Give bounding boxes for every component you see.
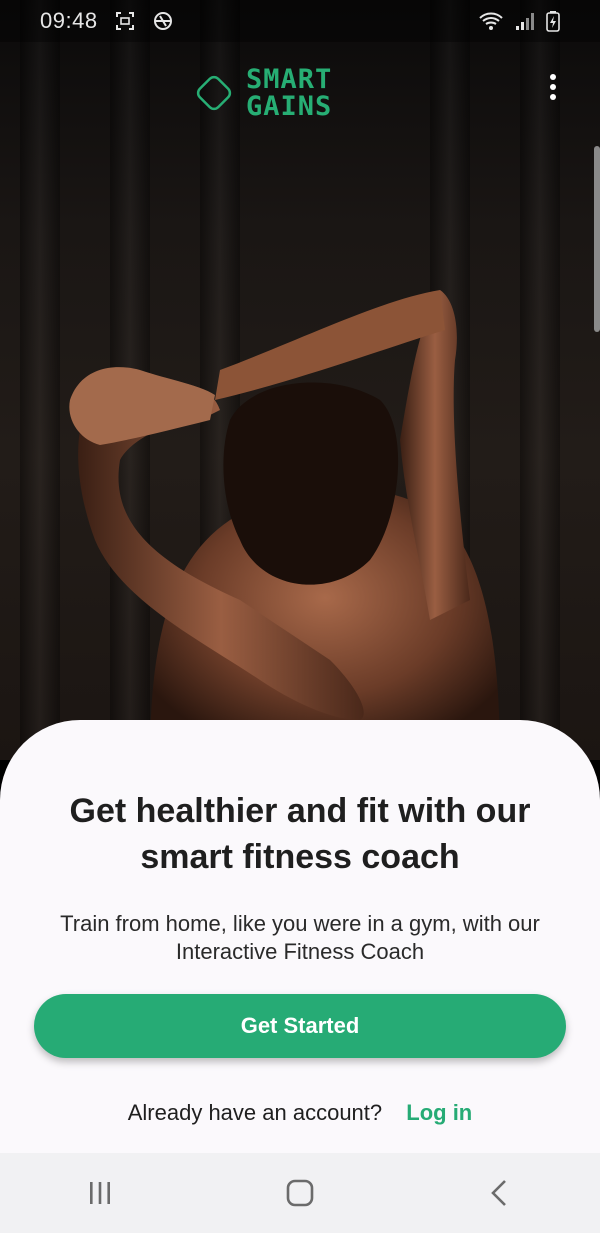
login-row: Already have an account? Log in <box>0 1100 600 1126</box>
signal-icon <box>516 13 534 30</box>
status-time: 09:48 <box>40 8 98 33</box>
wifi-icon <box>479 12 503 30</box>
app-logo: SMART GAINS <box>192 66 332 120</box>
page-subtitle: Train from home, like you were in a gym,… <box>60 911 540 964</box>
recent-apps-icon[interactable] <box>70 1163 130 1223</box>
screenshot-icon <box>115 12 134 30</box>
welcome-sheet: Get healthier and fit with our smart fit… <box>0 720 600 1160</box>
login-prompt: Already have an account? <box>127 1100 383 1125</box>
sync-icon <box>153 12 172 30</box>
logo-wordmark: SMART GAINS <box>246 66 332 120</box>
page-title: Get healthier and fit with our smart fit… <box>69 792 531 876</box>
logo-diamond-icon <box>196 75 232 111</box>
system-nav-bar <box>0 1153 600 1233</box>
logo-line1: SMART <box>246 64 333 95</box>
more-vert-icon[interactable] <box>540 70 566 104</box>
get-started-button[interactable]: Get Started <box>34 994 566 1058</box>
login-link[interactable]: Log in <box>406 1100 472 1125</box>
status-bar: 09:48 <box>0 0 600 42</box>
battery-charging-icon <box>546 11 560 32</box>
home-icon[interactable] <box>270 1163 330 1223</box>
logo-line2: GAINS <box>246 91 333 122</box>
back-icon[interactable] <box>470 1163 530 1223</box>
scrollbar[interactable] <box>594 146 600 332</box>
